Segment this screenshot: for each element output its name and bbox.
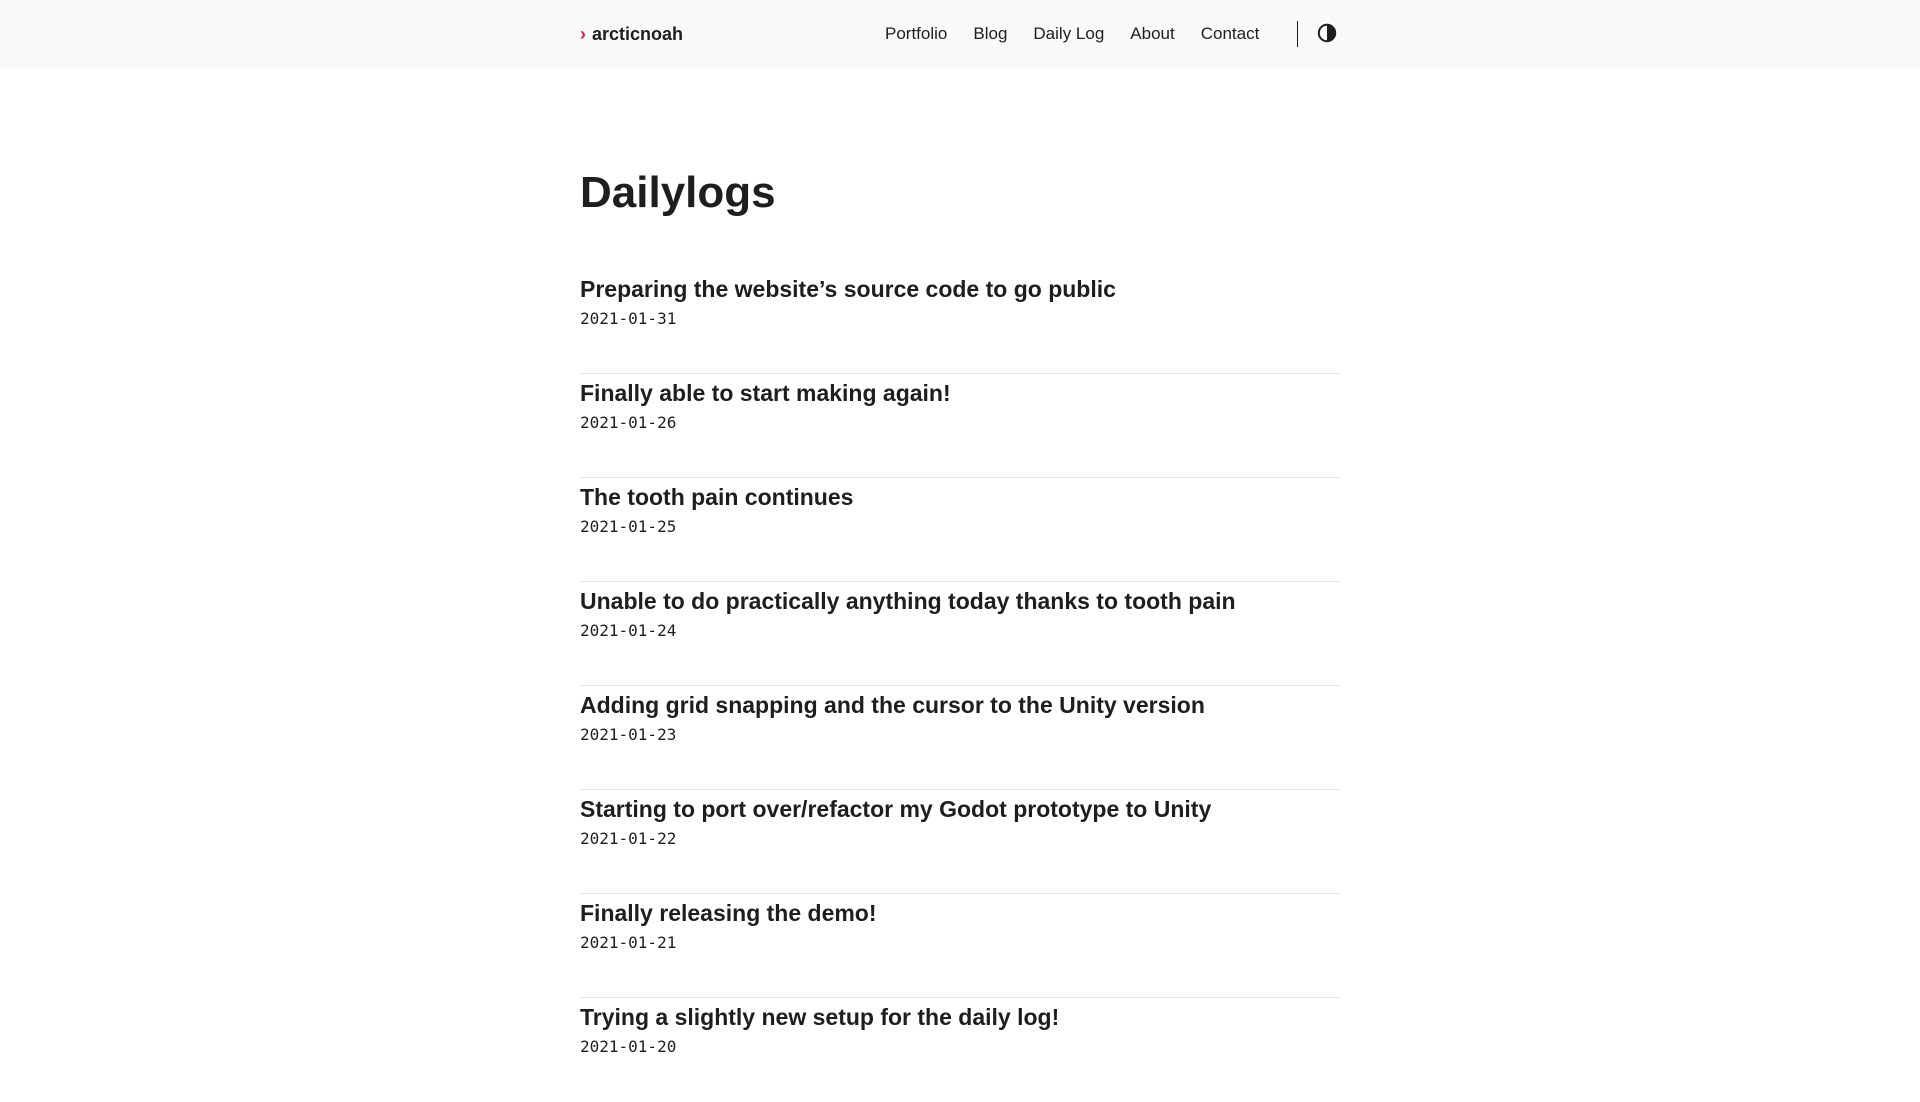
nav-link-contact[interactable]: Contact xyxy=(1201,20,1260,48)
post-title-link[interactable]: Preparing the website’s source code to g… xyxy=(580,274,1340,304)
nav-link-portfolio[interactable]: Portfolio xyxy=(885,20,947,48)
post-title-link[interactable]: The tooth pain continues xyxy=(580,482,1340,512)
list-item: Unable to do practically anything today … xyxy=(580,582,1340,686)
post-title-link[interactable]: Adding grid snapping and the cursor to t… xyxy=(580,690,1340,720)
post-date: 2021-01-31 xyxy=(580,309,677,328)
page-title: Dailylogs xyxy=(580,168,776,217)
post-date: 2021-01-24 xyxy=(580,621,677,640)
post-title-link[interactable]: Finally releasing the demo! xyxy=(580,898,1340,928)
post-date: 2021-01-22 xyxy=(580,829,677,848)
nav-link-about[interactable]: About xyxy=(1130,20,1174,48)
half-circle-contrast-icon xyxy=(1317,23,1337,43)
list-item: Trying a slightly new setup for the dail… xyxy=(580,998,1340,1102)
post-title-link[interactable]: Trying a slightly new setup for the dail… xyxy=(580,1002,1340,1032)
post-title-link[interactable]: Starting to port over/refactor my Godot … xyxy=(580,794,1340,824)
post-list: Preparing the website’s source code to g… xyxy=(580,270,1340,1102)
list-item: Adding grid snapping and the cursor to t… xyxy=(580,686,1340,790)
post-date: 2021-01-21 xyxy=(580,933,677,952)
brand-logo-link[interactable]: › arcticnoah xyxy=(580,20,683,48)
nav-link-blog[interactable]: Blog xyxy=(973,20,1007,48)
list-item: Starting to port over/refactor my Godot … xyxy=(580,790,1340,894)
list-item: Finally releasing the demo! 2021-01-21 xyxy=(580,894,1340,998)
site-header: › arcticnoah Portfolio Blog Daily Log Ab… xyxy=(0,0,1920,68)
brand-name: arcticnoah xyxy=(592,24,684,44)
list-item: The tooth pain continues 2021-01-25 xyxy=(580,478,1340,582)
list-item: Finally able to start making again! 2021… xyxy=(580,374,1340,478)
list-item: Preparing the website’s source code to g… xyxy=(580,270,1340,374)
nav-divider xyxy=(1297,21,1298,47)
theme-toggle-button[interactable] xyxy=(1317,23,1337,43)
post-date: 2021-01-25 xyxy=(580,517,677,536)
post-title-link[interactable]: Finally able to start making again! xyxy=(580,378,1340,408)
main-nav: Portfolio Blog Daily Log About Contact xyxy=(885,20,1259,48)
post-date: 2021-01-26 xyxy=(580,413,677,432)
post-date: 2021-01-20 xyxy=(580,1037,677,1056)
post-date: 2021-01-23 xyxy=(580,725,677,744)
chevron-right-icon: › xyxy=(580,24,586,44)
nav-link-daily-log[interactable]: Daily Log xyxy=(1033,20,1104,48)
post-title-link[interactable]: Unable to do practically anything today … xyxy=(580,586,1340,616)
